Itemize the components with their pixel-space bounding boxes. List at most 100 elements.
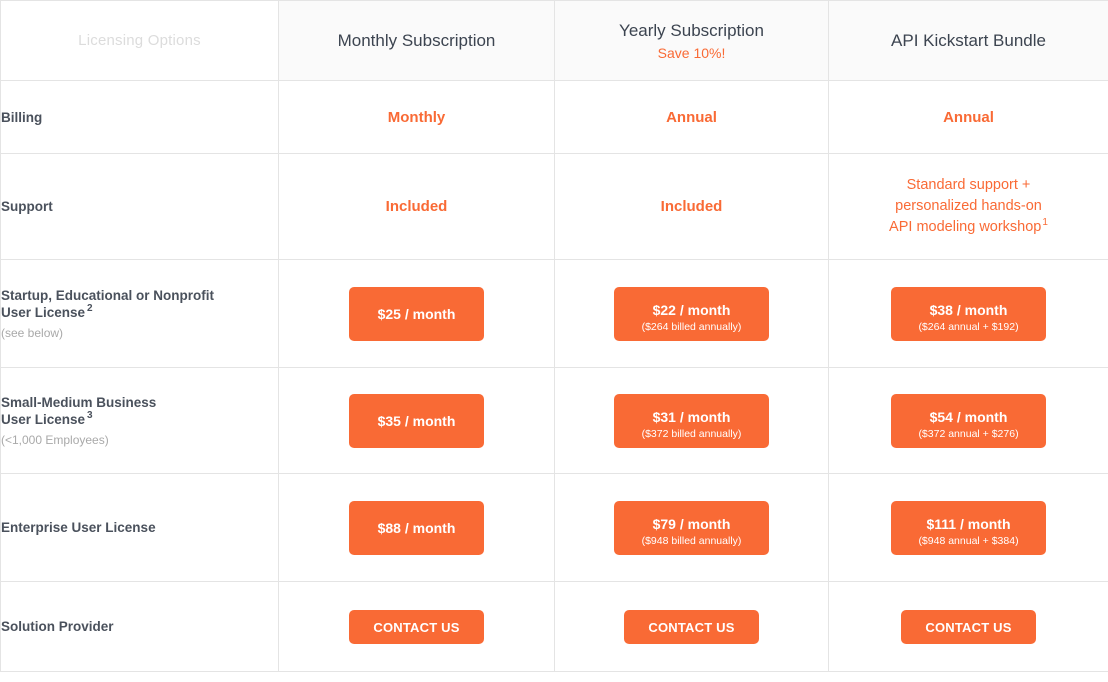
price-button-smb-yearly-note: ($372 billed annually): [641, 428, 742, 440]
row-label-support: Support: [0, 153, 279, 260]
price-button-smb-bundle-note: ($372 annual + $276): [918, 428, 1019, 440]
price-button-startup-bundle-amount: $38: [929, 302, 953, 318]
contact-us-button-yearly[interactable]: CONTACT US: [624, 609, 759, 644]
price-button-smb-yearly[interactable]: $31 / month ($372 billed annually): [614, 393, 769, 448]
row-label-support-text: Support: [1, 199, 53, 214]
table-row-solution-provider: Solution Provider CONTACT US CONTACT US …: [0, 581, 1108, 672]
cell-startup-monthly: $25 / month: [278, 259, 555, 368]
support-bundle-value: Standard support + personalized hands-on…: [829, 175, 1108, 238]
price-button-enterprise-yearly-amount: $79: [652, 516, 676, 532]
header-api-kickstart-bundle: API Kickstart Bundle: [828, 0, 1108, 81]
price-button-enterprise-yearly[interactable]: $79 / month ($948 billed annually): [614, 500, 769, 555]
row-label-billing-text: Billing: [1, 109, 43, 125]
cell-smb-bundle: $54 / month ($372 annual + $276): [828, 367, 1108, 474]
table-header-row: Licensing Options Monthly Subscription Y…: [0, 0, 1108, 81]
cell-enterprise-bundle: $111 / month ($948 annual + $384): [828, 473, 1108, 582]
table-row-billing: Billing Monthly Annual Annual: [0, 80, 1108, 154]
cell-solution-provider-monthly: CONTACT US: [278, 581, 555, 672]
billing-monthly-value: Monthly: [387, 108, 446, 126]
price-button-smb-monthly[interactable]: $35 / month: [349, 393, 484, 448]
price-button-enterprise-bundle-note: ($948 annual + $384): [918, 535, 1019, 547]
price-button-enterprise-yearly-period: / month: [675, 516, 731, 532]
row-label-enterprise-text: Enterprise User License: [1, 520, 156, 535]
price-button-smb-monthly-period: / month: [400, 412, 456, 429]
cell-solution-provider-bundle: CONTACT US: [828, 581, 1108, 672]
cell-support-bundle: Standard support + personalized hands-on…: [828, 153, 1108, 260]
price-button-startup-yearly[interactable]: $22 / month ($264 billed annually): [614, 286, 769, 341]
price-button-startup-bundle[interactable]: $38 / month ($264 annual + $192): [891, 286, 1046, 341]
smb-footnote-marker: 3: [87, 410, 93, 421]
support-monthly-value: Included: [385, 198, 448, 215]
support-bundle-line-3: API modeling workshop1: [829, 217, 1108, 238]
price-button-enterprise-monthly-period: / month: [400, 519, 456, 536]
support-yearly-value: Included: [660, 198, 723, 215]
header-yearly-subscription: Yearly Subscription Save 10%!: [554, 0, 829, 81]
cell-smb-monthly: $35 / month: [278, 367, 555, 474]
cell-enterprise-yearly: $79 / month ($948 billed annually): [554, 473, 829, 582]
price-button-smb-monthly-amount: $35: [377, 412, 401, 429]
price-button-smb-yearly-period: / month: [675, 409, 731, 425]
cell-startup-bundle: $38 / month ($264 annual + $192): [828, 259, 1108, 368]
header-monthly-subscription-title: Monthly Subscription: [337, 30, 496, 50]
price-button-startup-monthly[interactable]: $25 / month: [349, 286, 484, 341]
price-button-startup-bundle-period: / month: [952, 302, 1008, 318]
table-row-support: Support Included Included Standard suppo…: [0, 153, 1108, 260]
billing-bundle-value: Annual: [943, 108, 994, 126]
row-label-solution-provider: Solution Provider: [0, 581, 279, 672]
cell-billing-monthly: Monthly: [278, 80, 555, 154]
price-button-enterprise-yearly-note: ($948 billed annually): [641, 535, 742, 547]
cell-support-yearly: Included: [554, 153, 829, 260]
header-api-kickstart-bundle-title: API Kickstart Bundle: [891, 30, 1046, 50]
cell-support-monthly: Included: [278, 153, 555, 260]
header-monthly-subscription: Monthly Subscription: [278, 0, 555, 81]
contact-us-button-bundle[interactable]: CONTACT US: [901, 609, 1036, 644]
cell-smb-yearly: $31 / month ($372 billed annually): [554, 367, 829, 474]
price-button-startup-monthly-amount: $25: [377, 305, 401, 322]
pricing-table: Licensing Options Monthly Subscription Y…: [0, 0, 1108, 672]
row-label-startup-line-1: Startup, Educational or Nonprofit: [1, 287, 214, 303]
support-bundle-footnote-marker: 1: [1042, 217, 1048, 229]
price-button-smb-bundle-amount: $54: [929, 409, 953, 425]
price-button-enterprise-monthly-amount: $88: [377, 519, 401, 536]
price-button-enterprise-monthly[interactable]: $88 / month: [349, 500, 484, 555]
row-label-smb-license: Small-Medium Business User License 3 (<1,…: [0, 367, 279, 474]
price-button-startup-bundle-note: ($264 annual + $192): [918, 321, 1019, 333]
price-button-enterprise-bundle[interactable]: $111 / month ($948 annual + $384): [891, 500, 1046, 555]
header-yearly-subscription-title: Yearly Subscription: [619, 20, 764, 40]
row-label-billing: Billing: [0, 80, 279, 154]
row-label-smb-line-1: Small-Medium Business: [1, 394, 157, 410]
row-label-smb-line-2: User License: [1, 411, 86, 427]
row-label-solution-provider-text: Solution Provider: [1, 619, 114, 634]
support-bundle-line-2: personalized hands-on: [895, 198, 1042, 214]
table-row-smb-license: Small-Medium Business User License 3 (<1,…: [0, 367, 1108, 474]
row-label-startup-note: (see below): [1, 325, 64, 340]
price-button-smb-bundle[interactable]: $54 / month ($372 annual + $276): [891, 393, 1046, 448]
row-label-startup-line-2: User License: [1, 304, 86, 320]
cell-billing-bundle: Annual: [828, 80, 1108, 154]
header-licensing-options-label: Licensing Options: [78, 31, 201, 49]
table-row-enterprise-license: Enterprise User License $88 / month $79 …: [0, 473, 1108, 582]
contact-us-button-monthly[interactable]: CONTACT US: [349, 609, 484, 644]
cell-solution-provider-yearly: CONTACT US: [554, 581, 829, 672]
price-button-smb-yearly-amount: $31: [652, 409, 676, 425]
support-bundle-line-1: Standard support +: [906, 177, 1031, 193]
cell-enterprise-monthly: $88 / month: [278, 473, 555, 582]
price-button-enterprise-bundle-period: / month: [956, 516, 1011, 532]
table-row-startup-license: Startup, Educational or Nonprofit User L…: [0, 259, 1108, 368]
row-label-enterprise-license: Enterprise User License: [0, 473, 279, 582]
price-button-startup-yearly-amount: $22: [652, 302, 676, 318]
startup-footnote-marker: 2: [87, 303, 93, 314]
row-label-smb-note: (<1,000 Employees): [1, 432, 109, 447]
billing-yearly-value: Annual: [666, 108, 717, 126]
price-button-startup-monthly-period: / month: [400, 305, 456, 322]
price-button-smb-bundle-period: / month: [952, 409, 1008, 425]
cell-startup-yearly: $22 / month ($264 billed annually): [554, 259, 829, 368]
price-button-startup-yearly-period: / month: [675, 302, 731, 318]
price-button-enterprise-bundle-amount: $111: [926, 516, 957, 532]
header-yearly-subscription-savings-badge: Save 10%!: [657, 44, 726, 61]
support-bundle-line-3-text: API modeling workshop: [889, 219, 1042, 235]
header-licensing-options: Licensing Options: [0, 0, 279, 81]
cell-billing-yearly: Annual: [554, 80, 829, 154]
row-label-startup-license: Startup, Educational or Nonprofit User L…: [0, 259, 279, 368]
price-button-startup-yearly-note: ($264 billed annually): [641, 321, 742, 333]
